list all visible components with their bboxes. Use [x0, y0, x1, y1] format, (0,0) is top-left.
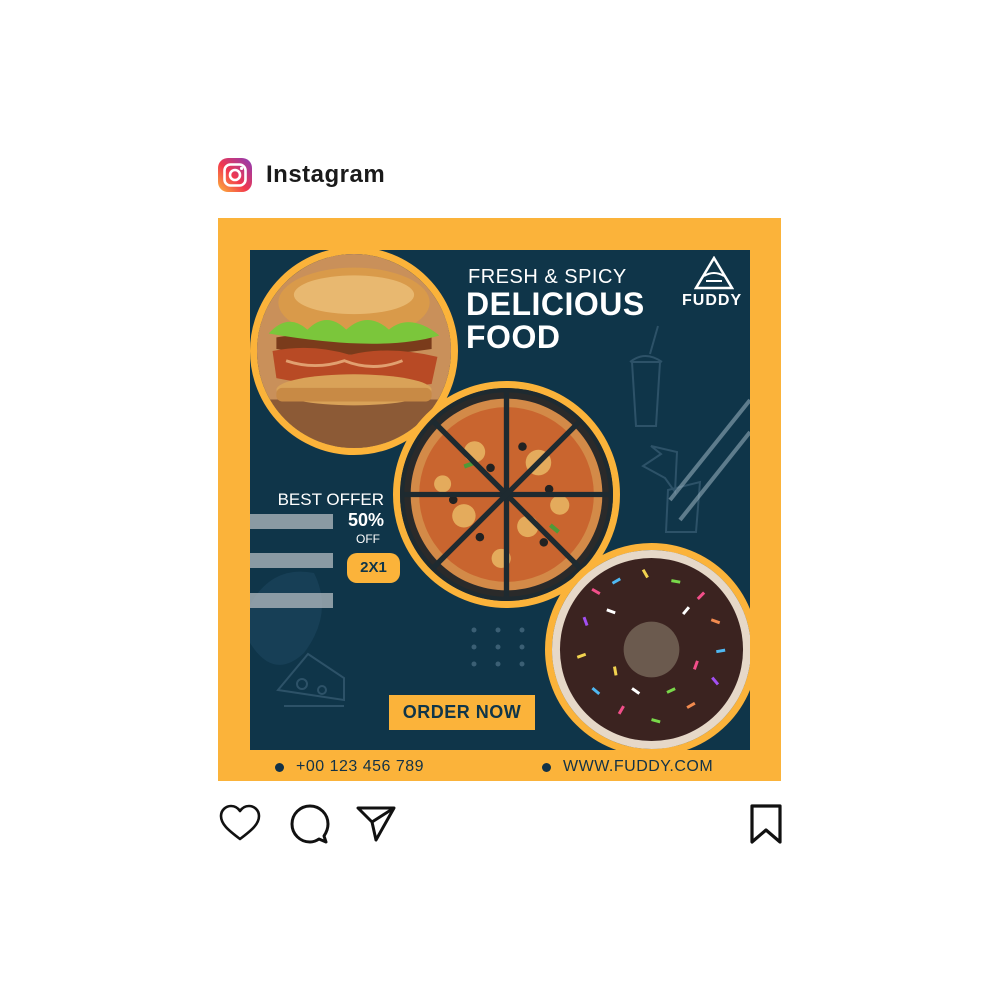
post-actions: [218, 802, 782, 846]
headline-line-1: DELICIOUS: [466, 286, 645, 322]
phone-text: +00 123 456 789: [296, 758, 425, 775]
send-icon: [356, 806, 396, 842]
headline-line-2: FOOD: [466, 319, 561, 355]
offer-label: BEST OFFER: [277, 490, 384, 509]
comment-icon: [290, 804, 330, 844]
contact-phone: +00 123 456 789: [275, 756, 424, 778]
app-title: Instagram: [266, 161, 386, 188]
post-image[interactable]: FRESH & SPICY DELICIOUS FOOD FUDDY BEST …: [218, 218, 781, 781]
donut-illustration: [552, 550, 750, 749]
like-button[interactable]: [218, 802, 262, 846]
contact-website: WWW.FUDDY.COM: [542, 756, 713, 778]
decor-bar: [250, 593, 333, 608]
offer-percent: 50%: [347, 510, 384, 530]
bullet-icon: [275, 762, 284, 772]
order-now-button[interactable]: ORDER NOW: [389, 695, 535, 730]
decor-bar: [250, 514, 333, 529]
brand-logo-icon: [694, 256, 734, 290]
promo-panel: FRESH & SPICY DELICIOUS FOOD FUDDY BEST …: [250, 250, 750, 750]
comment-button[interactable]: [288, 802, 332, 846]
brand-name: FUDDY: [682, 292, 743, 309]
decor-bar: [250, 553, 333, 568]
bullet-icon: [542, 762, 551, 772]
save-button[interactable]: [744, 802, 788, 846]
offer-off: OFF: [356, 532, 380, 546]
headline: DELICIOUS FOOD: [466, 288, 645, 354]
heart-icon: [219, 804, 261, 841]
donut-image: [545, 543, 750, 750]
promo-badge: 2X1: [347, 553, 400, 583]
bookmark-icon: [750, 804, 782, 844]
instagram-logo-icon[interactable]: [218, 158, 252, 192]
share-button[interactable]: [354, 802, 398, 846]
website-text: WWW.FUDDY.COM: [563, 758, 714, 775]
post-header: Instagram: [218, 155, 385, 195]
